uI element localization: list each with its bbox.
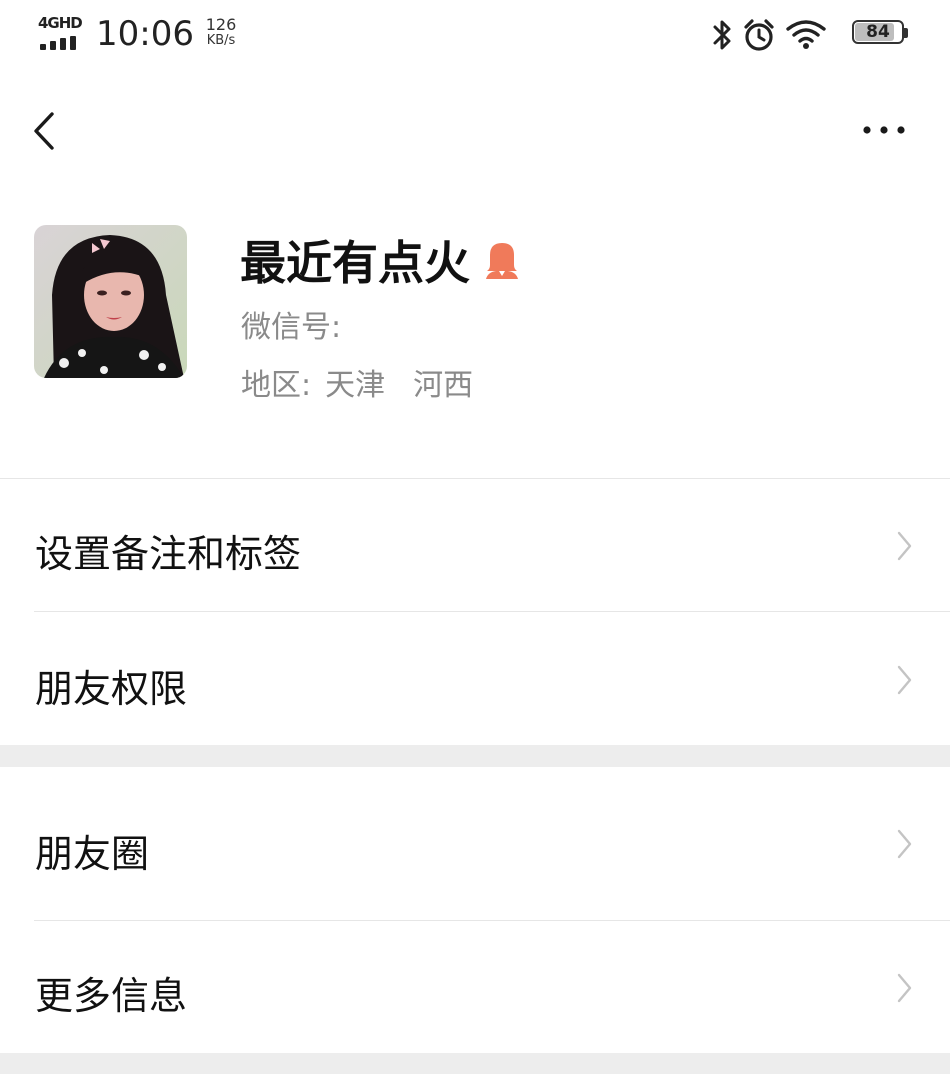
chevron-left-icon (34, 112, 54, 150)
region-city: 天津 (325, 368, 386, 403)
menu-row-label: 设置备注和标签 (35, 532, 302, 576)
menu-row-moments[interactable]: 朋友圈 (0, 767, 950, 920)
network-speed: 126 KB/s (199, 17, 243, 49)
region-district: 河西 (413, 368, 474, 403)
chevron-right-icon (897, 973, 912, 1003)
bluetooth-icon (713, 20, 731, 50)
back-button[interactable] (26, 106, 66, 156)
menu-row-more-info[interactable]: 更多信息 (0, 921, 950, 1053)
region-label: 地区: (241, 368, 312, 403)
region: 地区: 天津 河西 (241, 360, 473, 404)
profile-name-row: 最近有点火 (240, 230, 522, 290)
profile-name: 最近有点火 (240, 236, 470, 290)
menu-row-label: 朋友权限 (35, 667, 188, 711)
section-gap (0, 1053, 950, 1074)
section-gap (0, 745, 950, 767)
female-user-icon (486, 243, 518, 279)
network-type: 4GHD (38, 14, 83, 32)
status-bar: 4GHD 10:06 126 KB/s 84 (0, 0, 950, 72)
status-time: 10:06 (96, 14, 194, 54)
avatar[interactable] (34, 225, 187, 378)
network-speed-unit: KB/s (206, 33, 236, 48)
profile-header: 最近有点火 微信号: 地区: 天津 河西 (0, 190, 950, 478)
chevron-right-icon (897, 665, 912, 695)
more-horizontal-icon (863, 126, 905, 134)
contact-profile-page: 4GHD 10:06 126 KB/s 84 最近有点火 微信号: 地区: 天津… (0, 0, 950, 1074)
wifi-icon (786, 20, 826, 49)
battery-level: 84 (866, 22, 890, 42)
wechat-id-label: 微信号: (241, 310, 342, 345)
chevron-right-icon (897, 531, 912, 561)
menu-row-friend-permissions[interactable]: 朋友权限 (0, 612, 950, 745)
battery-indicator: 84 (852, 20, 910, 48)
menu-row-remark-tags[interactable]: 设置备注和标签 (0, 479, 950, 611)
chevron-right-icon (897, 829, 912, 859)
nav-bar (0, 80, 950, 180)
wechat-id: 微信号: (241, 302, 341, 346)
menu-row-label: 朋友圈 (35, 832, 150, 876)
alarm-icon (744, 19, 774, 51)
menu-row-label: 更多信息 (35, 974, 188, 1018)
more-button[interactable] (860, 120, 910, 140)
cellular-signal-icon: 4GHD (38, 14, 84, 50)
network-speed-value: 126 (205, 15, 237, 34)
